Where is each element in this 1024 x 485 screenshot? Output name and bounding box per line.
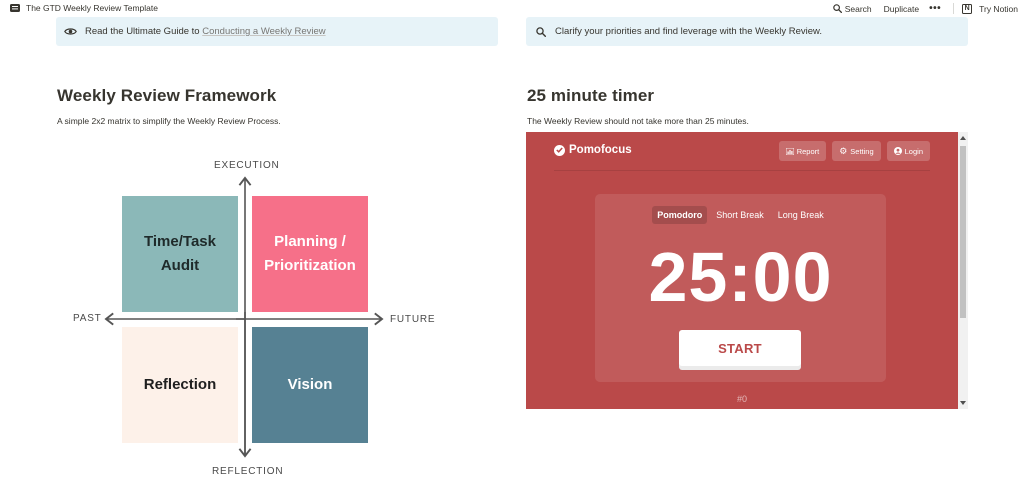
quadrant-line1: Time/Task	[144, 233, 216, 250]
scroll-up-icon[interactable]	[960, 136, 966, 140]
pomofocus-brand[interactable]: Pomofocus	[554, 144, 632, 156]
user-icon	[893, 147, 902, 155]
quadrant-reflection: Reflection	[122, 327, 238, 443]
quadrant-line2: Prioritization	[264, 257, 356, 274]
framework-subtitle: A simple 2x2 matrix to simplify the Week…	[57, 116, 281, 126]
axis-label-left: PAST	[73, 313, 102, 324]
scrollbar-thumb[interactable]	[960, 146, 966, 318]
search-icon	[832, 4, 842, 13]
search-icon	[534, 26, 547, 37]
check-circle-icon	[554, 144, 565, 156]
brand-name: Pomofocus	[569, 144, 632, 156]
pomofocus-nav: Report ⚙ Setting Login	[778, 141, 930, 161]
eye-icon	[64, 26, 77, 37]
start-button[interactable]: START	[679, 330, 801, 366]
divider	[953, 3, 955, 14]
login-button[interactable]: Login	[886, 141, 930, 161]
tab-long-break[interactable]: Long Break	[773, 206, 829, 224]
quadrant-line2: Audit	[160, 257, 200, 274]
axis-label-top: EXECUTION	[214, 160, 280, 171]
page-title: The GTD Weekly Review Template	[26, 3, 158, 13]
report-label: Report	[796, 146, 820, 156]
gear-icon: ⚙	[839, 145, 848, 156]
framework-heading: Weekly Review Framework	[57, 86, 277, 105]
axis-label-bottom: REFLECTION	[212, 466, 284, 477]
setting-button[interactable]: ⚙ Setting	[832, 141, 881, 161]
try-notion-button[interactable]: N Try Notion	[962, 3, 1024, 14]
guide-callout-text: Read the Ultimate Guide to	[85, 26, 203, 37]
search-button[interactable]: Search	[832, 3, 872, 14]
pomodoro-count: #0	[736, 394, 747, 404]
top-actions: Search Duplicate ••• N Try Notion	[821, 2, 1024, 15]
timer-display: 25:00	[648, 238, 833, 316]
report-button[interactable]: Report	[778, 141, 827, 161]
quadrant-line1: Planning /	[274, 233, 346, 250]
pomofocus-embed: Pomofocus Report ⚙ Setting Login Pomodor…	[526, 132, 968, 409]
scroll-down-icon[interactable]	[960, 401, 966, 405]
guide-callout: Read the Ultimate Guide to Conducting a …	[56, 17, 498, 46]
timer-card: Pomodoro Short Break Long Break 25:00 ST…	[595, 194, 886, 382]
tab-pomodoro[interactable]: Pomodoro	[652, 206, 708, 224]
matrix-axes	[104, 176, 384, 458]
timer-heading: 25 minute timer	[527, 86, 655, 105]
axis-label-right: FUTURE	[390, 314, 436, 325]
quadrant-line1: Reflection	[143, 376, 217, 393]
setting-label: Setting	[850, 146, 874, 156]
login-label: Login	[904, 146, 923, 156]
header-divider	[554, 170, 930, 171]
priorities-callout: Clarify your priorities and find leverag…	[526, 17, 968, 46]
mode-tabs: Pomodoro Short Break Long Break	[595, 206, 886, 224]
tab-short-break[interactable]: Short Break	[711, 206, 769, 224]
more-options-icon[interactable]: •••	[929, 3, 941, 13]
notion-logo-icon: N	[962, 3, 973, 14]
top-bar: The GTD Weekly Review Template Search Du…	[0, 0, 1024, 17]
quadrant-line1: Vision	[287, 376, 333, 393]
embed-scrollbar[interactable]	[958, 132, 968, 409]
framework-matrix: EXECUTION REFLECTION PAST FUTURE Time/Ta…	[56, 152, 446, 484]
try-notion-label: Try Notion	[979, 3, 1018, 14]
priorities-callout-text: Clarify your priorities and find leverag…	[555, 26, 822, 37]
quadrant-time-task-audit: Time/Task Audit	[122, 196, 238, 312]
duplicate-button[interactable]: Duplicate	[884, 4, 919, 14]
page-icon	[10, 4, 20, 12]
quadrant-vision: Vision	[252, 327, 368, 443]
quadrant-planning-prioritization: Planning / Prioritization	[252, 196, 368, 312]
chart-icon	[785, 147, 794, 155]
page-breadcrumb[interactable]: The GTD Weekly Review Template	[10, 3, 158, 13]
guide-link[interactable]: Conducting a Weekly Review	[202, 26, 325, 37]
search-label: Search	[844, 3, 872, 14]
timer-subtitle: The Weekly Review should not take more t…	[527, 116, 749, 126]
